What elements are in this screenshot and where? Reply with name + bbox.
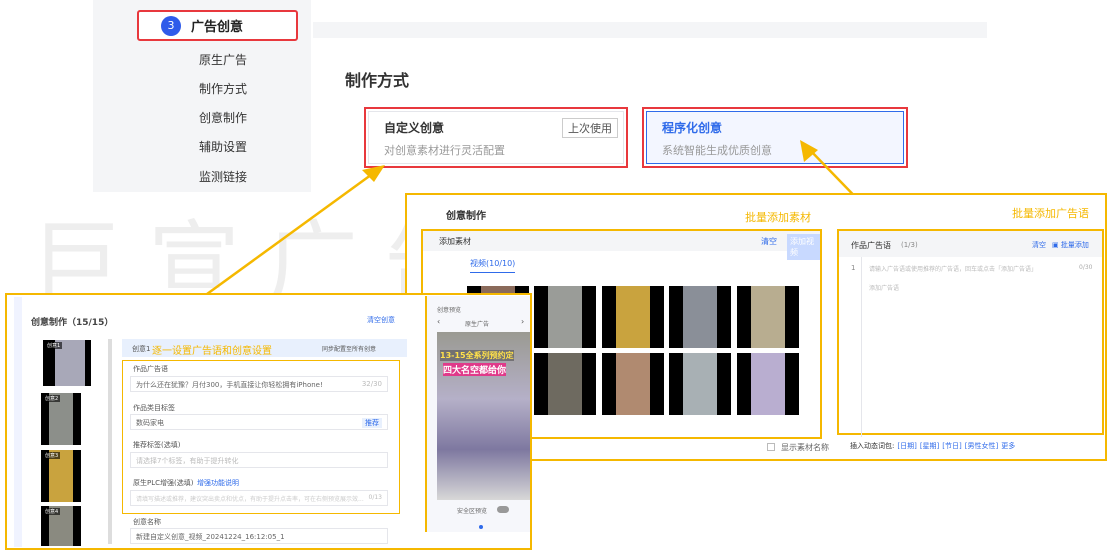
- show-names-label: 显示素材名称: [781, 443, 829, 452]
- field-label: 作品类目标签: [133, 404, 175, 412]
- line-number: 1: [851, 264, 856, 272]
- arrow-head: [800, 140, 818, 162]
- recommend-tag: 推荐: [362, 418, 382, 428]
- thumb-label: 创意3: [43, 452, 61, 459]
- clear-creatives-button[interactable]: 清空创意: [367, 315, 395, 325]
- plc-help-link[interactable]: 增强功能说明: [197, 478, 239, 488]
- gutter: [861, 257, 862, 437]
- clear-button[interactable]: 清空: [1032, 240, 1046, 250]
- tags-select[interactable]: 请选择7个标签，有助于提升转化: [130, 452, 388, 468]
- material-thumb[interactable]: [737, 353, 799, 415]
- material-thumb[interactable]: [669, 353, 731, 415]
- tab-video[interactable]: 视频(10/10): [470, 258, 516, 273]
- field-label: 原生PLC增强(选填): [133, 479, 194, 487]
- creative-preview: 创意预览 ‹ 原生广告 › 13-15全系列预约定 四大名空都给你 安全区预览: [425, 296, 532, 532]
- more-link[interactable]: 更多: [1001, 441, 1015, 451]
- word-chip[interactable]: [日期]: [897, 441, 916, 451]
- thumb-label: 创意1: [45, 342, 63, 349]
- field-value: 数码家电: [136, 419, 164, 427]
- word-chip[interactable]: [节日]: [942, 441, 961, 451]
- add-video-button[interactable]: 添加视频: [787, 234, 820, 260]
- side-strip: [14, 297, 22, 547]
- scrollbar[interactable]: [108, 339, 112, 544]
- sync-button[interactable]: 同步配置至所有创意: [322, 344, 376, 353]
- char-counter: 0/30: [1079, 264, 1093, 271]
- field-value: 为什么还在犹豫？月付300，手机直接让你轻松拥有iPhone!: [136, 381, 323, 389]
- plc-input[interactable]: 请填写描述或推荐，建议突出卖点和优点，有助于提升点击率，可在右侧预览展示效...…: [130, 490, 388, 506]
- field-label: 作品广告语: [133, 365, 168, 373]
- field-label: 创意名称: [133, 518, 161, 526]
- thumb-label: 创意2: [43, 395, 61, 402]
- annotation: 批量添加广告语: [1012, 207, 1089, 220]
- ad-copy-box: 作品广告语 (1/3) 清空 ▣ 批量添加 1 请输入广告语或使用推荐的广告语，…: [837, 229, 1104, 437]
- annotation: 批量添加素材: [745, 211, 811, 224]
- safe-area-toggle[interactable]: [497, 506, 509, 513]
- creative-name-field[interactable]: 新建自定义创意_视频_20241224_16:12:05_1: [130, 528, 388, 544]
- material-thumb[interactable]: [669, 286, 731, 348]
- creative-thumb[interactable]: 创意3: [41, 450, 81, 502]
- panel-title: 创意制作: [446, 211, 486, 222]
- arrow-line: [184, 170, 376, 312]
- batch-add-button[interactable]: ▣ 批量添加: [1052, 240, 1089, 250]
- field-label: 推荐标签(选填): [133, 441, 181, 449]
- insert-label: 插入动态词包:: [850, 442, 895, 450]
- preview-image: 13-15全系列预约定 四大名空都给你: [437, 332, 530, 500]
- ad-copy-count: (1/3): [901, 241, 918, 249]
- ad-copy-input[interactable]: 请输入广告语或使用推荐的广告语，回车或点击「添加广告语」: [869, 264, 1069, 273]
- creative-label: 创意1: [132, 345, 151, 353]
- creative-thumb[interactable]: 创意2: [41, 393, 81, 445]
- page-dot[interactable]: [479, 525, 483, 529]
- plc-placeholder: 请填写描述或推荐，建议突出卖点和优点，有助于提升点击率，可在右侧预览展示效...: [136, 496, 364, 502]
- custom-title: 创意制作（15/15）: [31, 318, 114, 328]
- add-ad-copy-link[interactable]: 添加广告语: [869, 283, 899, 292]
- ad-copy-title: 作品广告语: [851, 241, 891, 250]
- word-chip[interactable]: [星期]: [920, 441, 939, 451]
- material-thumb[interactable]: [534, 286, 596, 348]
- preview-mode: 原生广告: [465, 321, 490, 328]
- char-counter: 32/30: [361, 380, 382, 388]
- char-counter: 0/13: [368, 494, 382, 501]
- material-thumb[interactable]: [602, 286, 664, 348]
- material-thumb[interactable]: [737, 286, 799, 348]
- clear-button[interactable]: 清空: [761, 236, 777, 247]
- next-arrow[interactable]: ›: [521, 317, 524, 326]
- annotation: 逐一设置广告语和创意设置: [152, 346, 272, 357]
- thumb-label: 创意4: [43, 508, 61, 515]
- show-names-checkbox[interactable]: [767, 443, 775, 451]
- preview-title: 创意预览: [437, 307, 462, 314]
- safe-area-label: 安全区预览: [457, 508, 488, 515]
- category-select[interactable]: 数码家电 推荐: [130, 414, 388, 430]
- word-chip[interactable]: [男性女性]: [965, 441, 998, 451]
- dynamic-words: 插入动态词包: [日期] [星期] [节日] [男性女性] 更多: [850, 441, 1015, 451]
- prev-arrow[interactable]: ‹: [437, 317, 440, 326]
- ad-copy-field[interactable]: 为什么还在犹豫？月付300，手机直接让你轻松拥有iPhone! 32/30: [130, 376, 388, 392]
- creative-header: 创意1 逐一设置广告语和创意设置 同步配置至所有创意: [122, 339, 407, 357]
- creative-thumb[interactable]: 创意1: [43, 340, 91, 386]
- material-thumb[interactable]: [602, 353, 664, 415]
- preview-headline: 四大名空都给你: [443, 363, 507, 376]
- batch-add-label: 批量添加: [1060, 241, 1089, 249]
- materials-title: 添加素材: [439, 237, 471, 246]
- preview-headline: 13-15全系列预约定: [440, 350, 514, 361]
- creative-thumb[interactable]: 创意4: [41, 506, 81, 546]
- material-thumb[interactable]: [534, 353, 596, 415]
